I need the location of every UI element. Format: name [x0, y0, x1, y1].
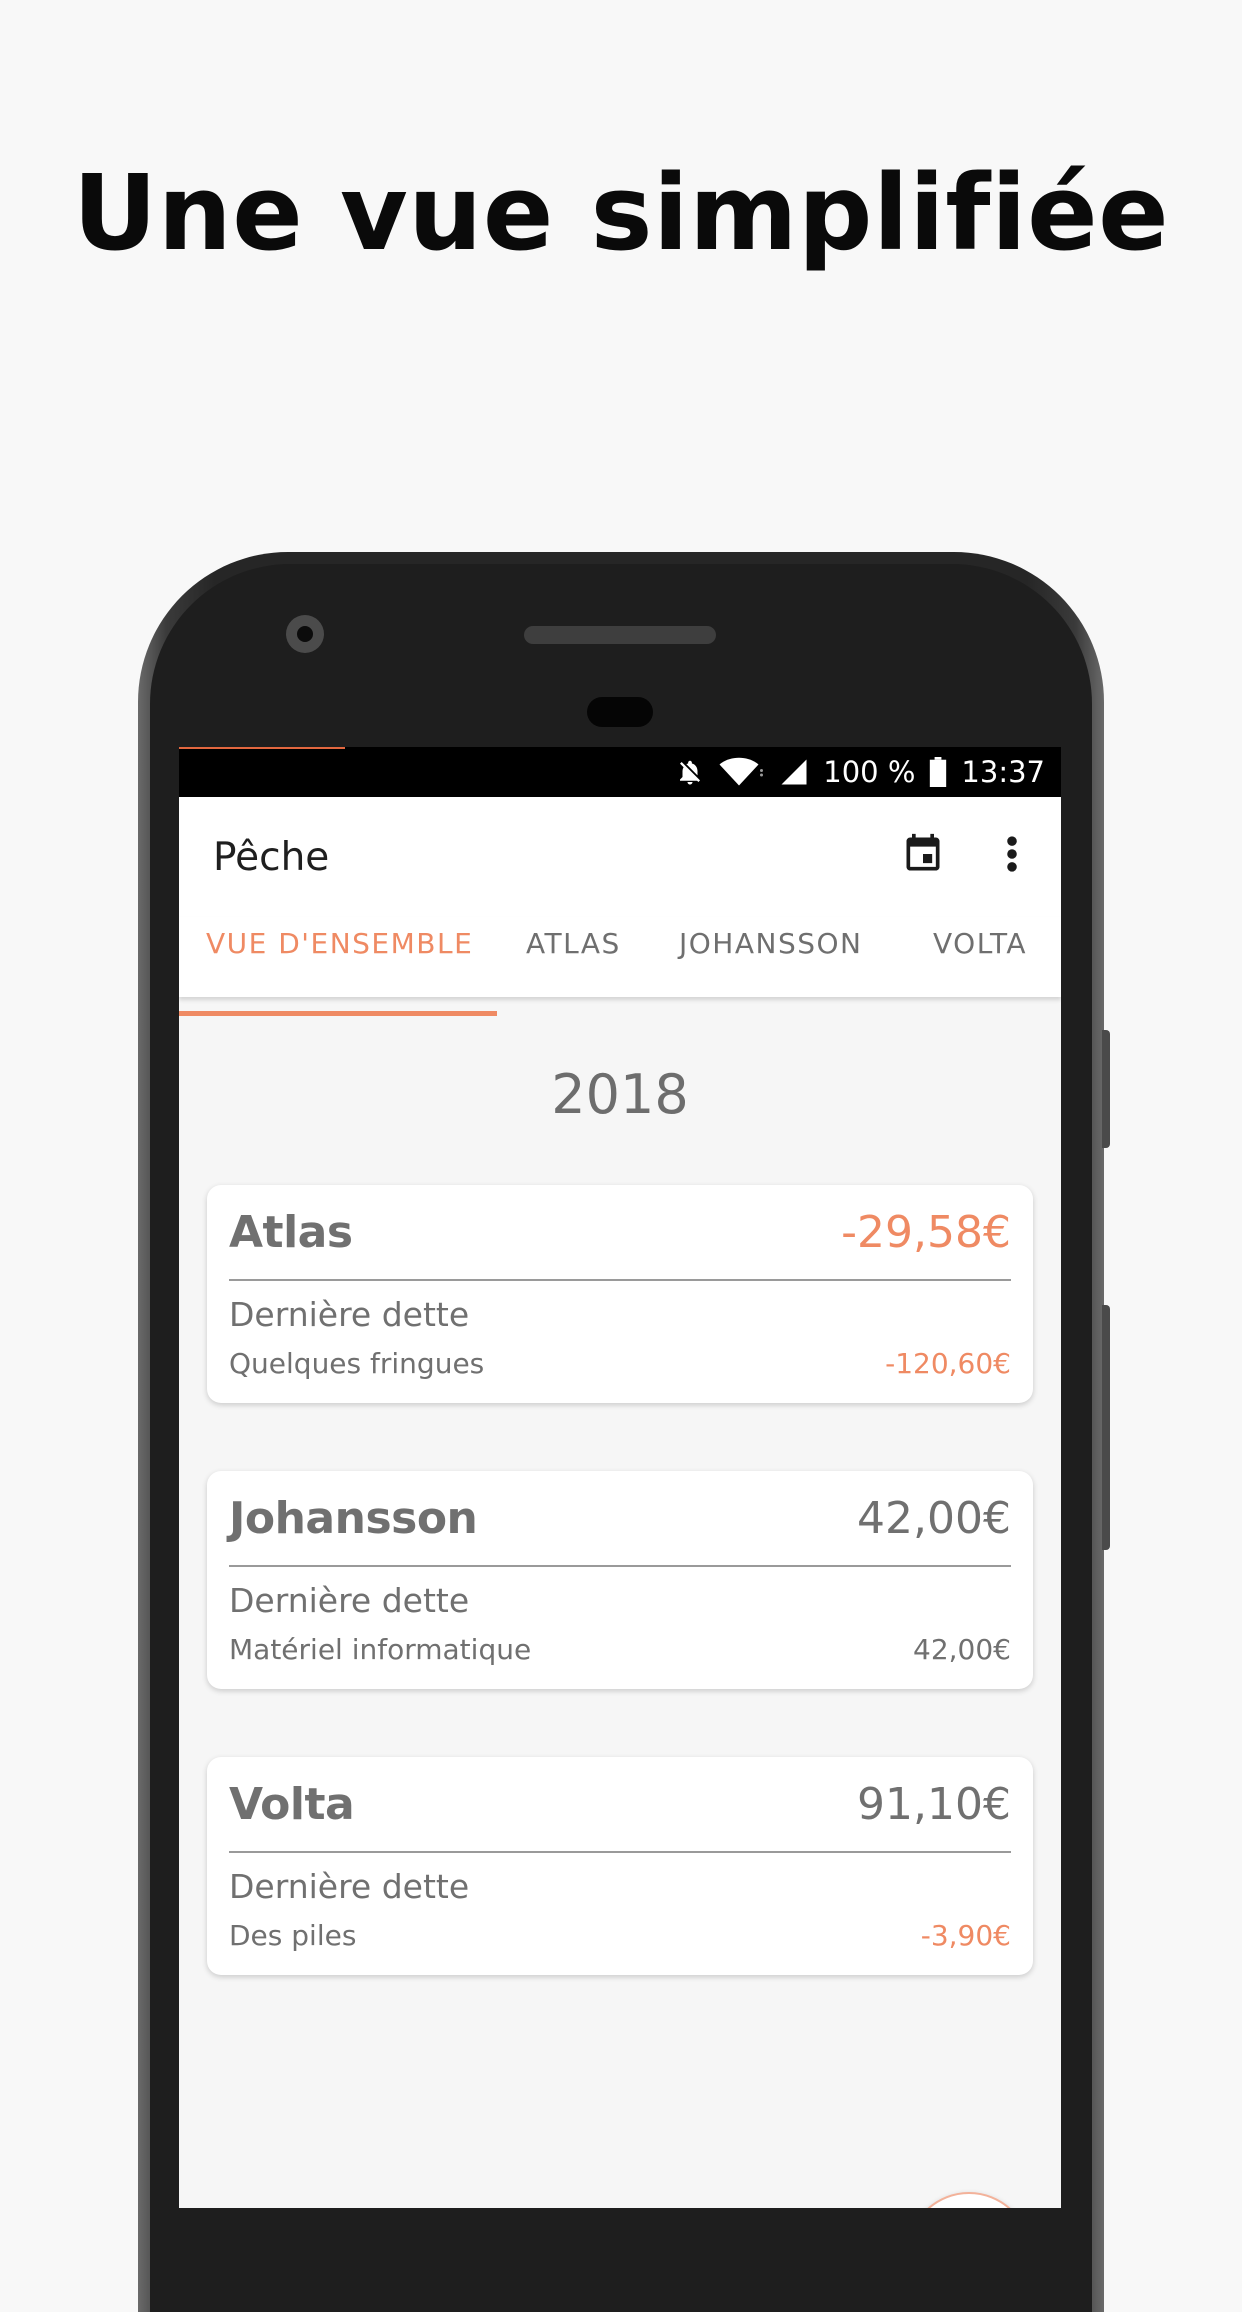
card-total: 42,00€: [857, 1493, 1011, 1544]
card-divider: [229, 1279, 1011, 1281]
volume-button: [1102, 1030, 1110, 1148]
battery-icon: [930, 757, 947, 787]
card-johansson[interactable]: Johansson 42,00€ Dernière dette Matériel…: [207, 1471, 1033, 1689]
card-debt-amount: 42,00€: [913, 1633, 1011, 1666]
add-debt-button[interactable]: +: [907, 2192, 1031, 2208]
card-debt-description: Des piles: [229, 1919, 357, 1952]
signal-icon: [781, 759, 807, 785]
headline: Une vue simplifiée: [72, 152, 1170, 274]
notifications-off-icon: [680, 760, 701, 785]
card-atlas[interactable]: Atlas -29,58€ Dernière dette Quelques fr…: [207, 1185, 1033, 1403]
tab-volta[interactable]: VOLTA: [933, 917, 1027, 997]
year-heading: 2018: [551, 1063, 689, 1126]
front-camera: [286, 615, 324, 653]
app-title: Pêche: [213, 835, 330, 880]
tab-overview[interactable]: VUE D'ENSEMBLE: [206, 917, 473, 997]
battery-percent: 100 %: [823, 755, 916, 789]
more-vert-icon[interactable]: [1005, 832, 1019, 876]
card-volta[interactable]: Volta 91,10€ Dernière dette Des piles -3…: [207, 1757, 1033, 1975]
card-last-debt-label: Dernière dette: [229, 1295, 470, 1334]
wifi-icon: [719, 757, 764, 786]
tab-atlas[interactable]: ATLAS: [526, 917, 621, 997]
card-last-debt-label: Dernière dette: [229, 1867, 470, 1906]
phone-screen: 100 % 13:37 Pêche VUE D'ENSEMBLE ATLAS J…: [179, 747, 1061, 2208]
tab-johansson[interactable]: JOHANSSON: [679, 917, 862, 997]
card-divider: [229, 1851, 1011, 1853]
card-debt-description: Quelques fringues: [229, 1347, 485, 1380]
active-tab-indicator: [179, 1011, 497, 1016]
tab-bar: VUE D'ENSEMBLE ATLAS JOHANSSON VOLTA: [179, 917, 1061, 997]
earpiece-speaker: [524, 626, 716, 644]
calendar-icon[interactable]: [901, 832, 945, 876]
power-button: [1102, 1305, 1110, 1550]
status-bar: 100 % 13:37: [179, 747, 1061, 797]
card-debt-amount: -3,90€: [920, 1919, 1011, 1952]
card-debt-amount: -120,60€: [885, 1347, 1011, 1380]
card-debt-description: Matériel informatique: [229, 1633, 532, 1666]
card-name: Atlas: [229, 1207, 353, 1258]
card-name: Volta: [229, 1779, 355, 1830]
proximity-sensor: [587, 697, 653, 727]
card-last-debt-label: Dernière dette: [229, 1581, 470, 1620]
card-divider: [229, 1565, 1011, 1567]
card-total: -29,58€: [841, 1207, 1011, 1258]
card-total: 91,10€: [857, 1779, 1011, 1830]
card-name: Johansson: [229, 1493, 478, 1544]
clock: 13:37: [961, 755, 1045, 789]
app-bar: Pêche: [179, 797, 1061, 917]
